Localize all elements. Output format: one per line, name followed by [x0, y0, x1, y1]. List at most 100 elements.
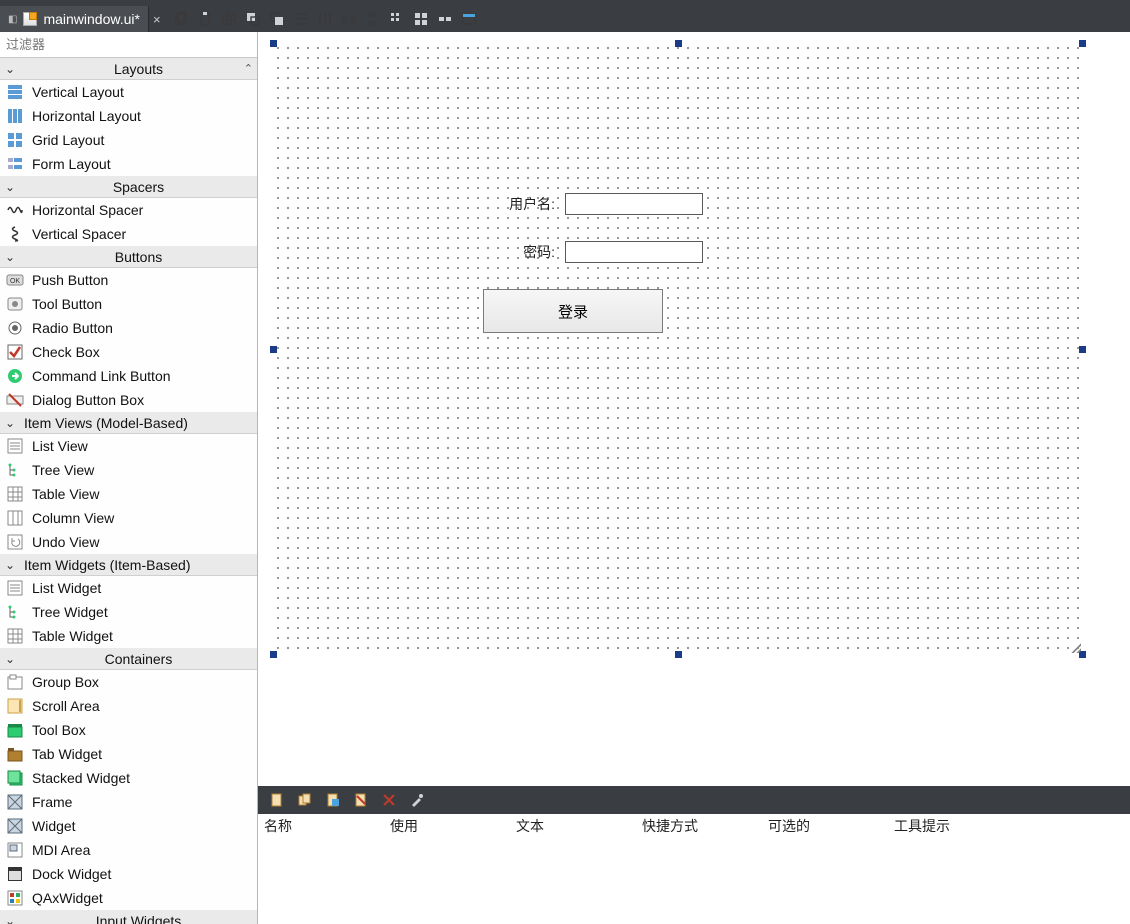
- widget-item-label: Dock Widget: [32, 866, 111, 882]
- category-header[interactable]: ⌄ Containers: [0, 648, 257, 670]
- size-grip-icon[interactable]: [1069, 641, 1081, 653]
- widget-item[interactable]: Group Box: [0, 670, 257, 694]
- form-icon: [6, 155, 24, 173]
- widget-item[interactable]: Radio Button: [0, 316, 257, 340]
- widget-item[interactable]: OK Push Button: [0, 268, 257, 292]
- toolbtn-icon: [6, 295, 24, 313]
- widget-item[interactable]: Table View: [0, 482, 257, 506]
- widget-item[interactable]: Stacked Widget: [0, 766, 257, 790]
- widget-item[interactable]: Check Box: [0, 340, 257, 364]
- close-tab-button[interactable]: ×: [149, 12, 165, 27]
- widget-item[interactable]: Undo View: [0, 530, 257, 554]
- copy-action-icon[interactable]: [294, 789, 316, 811]
- distribute-v-icon[interactable]: [363, 9, 383, 29]
- widget-item[interactable]: Command Link Button: [0, 364, 257, 388]
- category-header[interactable]: ⌄ Spacers: [0, 176, 257, 198]
- form-canvas[interactable]: 用户名: 密码: 登录: [258, 32, 1130, 786]
- chevron-down-icon: ⌄: [0, 62, 20, 76]
- grid-small-icon[interactable]: [387, 9, 407, 29]
- cmdlink-icon: [6, 367, 24, 385]
- widget-item[interactable]: Dialog Button Box: [0, 388, 257, 412]
- widget-item[interactable]: Grid Layout: [0, 128, 257, 152]
- category-header[interactable]: ⌄ Input Widgets: [0, 910, 257, 924]
- resize-handle[interactable]: [675, 651, 682, 658]
- category-header[interactable]: ⌄ Item Widgets (Item-Based): [0, 554, 257, 576]
- action-editor-table[interactable]: 名称 使用 文本 快捷方式 可选的 工具提示: [258, 814, 1130, 924]
- align-v-icon[interactable]: [315, 9, 335, 29]
- widget-filter: [0, 32, 257, 58]
- distribute-h-icon[interactable]: [339, 9, 359, 29]
- widget-item[interactable]: Widget: [0, 814, 257, 838]
- resize-handle[interactable]: [1079, 346, 1086, 353]
- widget-item[interactable]: Tree Widget: [0, 600, 257, 624]
- config-action-icon[interactable]: [406, 789, 428, 811]
- widget-item-label: Tree Widget: [32, 604, 108, 620]
- delete-action-icon[interactable]: [378, 789, 400, 811]
- document-tab[interactable]: ◧ mainwindow.ui*: [0, 6, 149, 32]
- col-name[interactable]: 名称: [258, 816, 384, 836]
- category-title: Item Widgets (Item-Based): [20, 557, 257, 573]
- paste-icon[interactable]: [195, 9, 215, 29]
- col-shortcut[interactable]: 快捷方式: [636, 816, 762, 836]
- resize-handle[interactable]: [270, 40, 277, 47]
- widget-item[interactable]: List View: [0, 434, 257, 458]
- widget-item-label: List Widget: [32, 580, 101, 596]
- widget-item[interactable]: List Widget: [0, 576, 257, 600]
- dup-icon[interactable]: [219, 9, 239, 29]
- break-layout-icon[interactable]: [435, 9, 455, 29]
- chevron-down-icon: ⌄: [0, 914, 20, 924]
- resize-handle[interactable]: [1079, 40, 1086, 47]
- widget-item[interactable]: Vertical Layout: [0, 80, 257, 104]
- widget-item[interactable]: Frame: [0, 790, 257, 814]
- chevron-down-icon: ⌄: [0, 180, 20, 194]
- widget-item[interactable]: Column View: [0, 506, 257, 530]
- ui-file-icon: [23, 12, 37, 26]
- widget-item[interactable]: Tab Widget: [0, 742, 257, 766]
- login-button[interactable]: 登录: [483, 289, 663, 333]
- align-h-icon[interactable]: [291, 9, 311, 29]
- widget-item[interactable]: QAxWidget: [0, 886, 257, 910]
- paste-action-icon[interactable]: [322, 789, 344, 811]
- widget-filter-input[interactable]: [0, 32, 257, 57]
- password-input[interactable]: [565, 241, 703, 263]
- send-back-icon[interactable]: [243, 9, 263, 29]
- widget-item[interactable]: MDI Area: [0, 838, 257, 862]
- widget-item[interactable]: Table Widget: [0, 624, 257, 648]
- designer-toolbar: [165, 9, 485, 29]
- widget-item[interactable]: Tool Box: [0, 718, 257, 742]
- col-checkable[interactable]: 可选的: [762, 816, 888, 836]
- category-header[interactable]: ⌄ Buttons: [0, 246, 257, 268]
- widget-item[interactable]: Horizontal Spacer: [0, 198, 257, 222]
- copy-icon[interactable]: [171, 9, 191, 29]
- action-editor-toolbar: [258, 786, 1130, 814]
- username-input[interactable]: [565, 193, 703, 215]
- col-use[interactable]: 使用: [384, 816, 510, 836]
- new-action-icon[interactable]: [266, 789, 288, 811]
- widget-list[interactable]: ⌄ Layouts ⌃ Vertical Layout Horizontal L…: [0, 58, 257, 924]
- widget-item[interactable]: Tool Button: [0, 292, 257, 316]
- preview-icon[interactable]: [459, 9, 479, 29]
- widget-item-label: Check Box: [32, 344, 100, 360]
- chevron-down-icon: ⌄: [0, 558, 20, 572]
- widget-icon: [6, 817, 24, 835]
- widget-item-label: Undo View: [32, 534, 99, 550]
- category-header[interactable]: ⌄ Layouts ⌃: [0, 58, 257, 80]
- col-text[interactable]: 文本: [510, 816, 636, 836]
- widget-item[interactable]: Vertical Spacer: [0, 222, 257, 246]
- widget-item[interactable]: Dock Widget: [0, 862, 257, 886]
- resize-handle[interactable]: [270, 346, 277, 353]
- widget-item[interactable]: Scroll Area: [0, 694, 257, 718]
- widget-item[interactable]: Horizontal Layout: [0, 104, 257, 128]
- col-tooltip[interactable]: 工具提示: [888, 816, 1130, 836]
- resize-handle[interactable]: [675, 40, 682, 47]
- group-icon: [6, 673, 24, 691]
- resize-handle[interactable]: [270, 651, 277, 658]
- grid-large-icon[interactable]: [411, 9, 431, 29]
- main-window-frame[interactable]: 用户名: 密码: 登录: [272, 42, 1084, 656]
- category-header[interactable]: ⌄ Item Views (Model-Based): [0, 412, 257, 434]
- bring-front-icon[interactable]: [267, 9, 287, 29]
- tablev-icon: [6, 485, 24, 503]
- widget-item[interactable]: Form Layout: [0, 152, 257, 176]
- cut-action-icon[interactable]: [350, 789, 372, 811]
- widget-item[interactable]: Tree View: [0, 458, 257, 482]
